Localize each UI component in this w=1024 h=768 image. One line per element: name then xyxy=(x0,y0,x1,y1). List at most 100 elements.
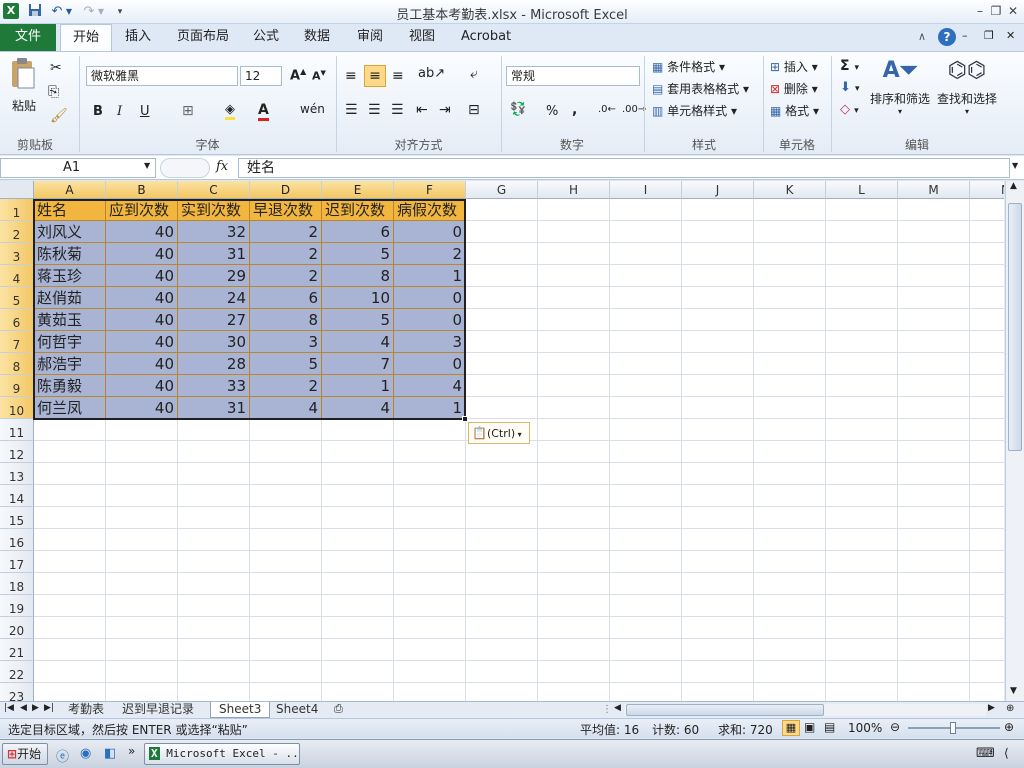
row-header-4[interactable]: 4 xyxy=(0,265,34,287)
empty-cell[interactable] xyxy=(826,661,898,683)
empty-cell[interactable] xyxy=(106,551,178,573)
empty-cell[interactable] xyxy=(322,551,394,573)
last-sheet-icon[interactable]: ▶| xyxy=(44,703,54,713)
scroll-left-icon[interactable]: ◀ xyxy=(614,703,621,713)
empty-cell[interactable] xyxy=(898,463,970,485)
empty-cell[interactable] xyxy=(178,463,250,485)
font-color-icon[interactable]: A xyxy=(258,102,269,121)
empty-cell[interactable] xyxy=(970,265,1004,287)
data-cell[interactable]: 0 xyxy=(394,221,466,243)
empty-cell[interactable] xyxy=(466,375,538,397)
empty-cell[interactable] xyxy=(34,485,106,507)
empty-cell[interactable] xyxy=(394,441,466,463)
empty-cell[interactable] xyxy=(682,375,754,397)
expand-formula-bar-icon[interactable]: ▼ xyxy=(1012,161,1018,170)
column-header-n[interactable]: N xyxy=(970,181,1004,199)
tab-data[interactable]: 数据 xyxy=(292,24,342,51)
empty-cell[interactable] xyxy=(106,683,178,701)
empty-cell[interactable] xyxy=(322,529,394,551)
empty-cell[interactable] xyxy=(682,243,754,265)
data-cell[interactable]: 蒋玉珍 xyxy=(34,265,106,287)
underline-button[interactable]: U xyxy=(140,104,150,119)
collapse-ribbon-icon[interactable]: ∧ xyxy=(918,30,926,43)
tab-page-layout[interactable]: 页面布局 xyxy=(165,24,241,51)
data-cell[interactable]: 5 xyxy=(322,309,394,331)
empty-cell[interactable] xyxy=(970,485,1004,507)
empty-cell[interactable] xyxy=(538,639,610,661)
empty-cell[interactable] xyxy=(826,353,898,375)
empty-cell[interactable] xyxy=(466,199,538,221)
insert-sheet-icon[interactable]: ⎙ xyxy=(334,702,343,716)
horizontal-scrollbar[interactable] xyxy=(624,704,986,716)
empty-cell[interactable] xyxy=(898,441,970,463)
empty-cell[interactable] xyxy=(178,551,250,573)
empty-cell[interactable] xyxy=(754,331,826,353)
align-right-icon[interactable]: ☰ xyxy=(391,102,404,118)
empty-cell[interactable] xyxy=(682,683,754,701)
empty-cell[interactable] xyxy=(682,287,754,309)
empty-cell[interactable] xyxy=(754,419,826,441)
empty-cell[interactable] xyxy=(34,551,106,573)
fill-color-icon[interactable]: ◈ xyxy=(225,102,235,120)
empty-cell[interactable] xyxy=(826,287,898,309)
empty-cell[interactable] xyxy=(538,199,610,221)
empty-cell[interactable] xyxy=(898,331,970,353)
increase-decimal-icon[interactable]: .0← xyxy=(598,104,616,115)
empty-cell[interactable] xyxy=(970,309,1004,331)
data-cell[interactable]: 何兰凤 xyxy=(34,397,106,419)
data-cell[interactable]: 31 xyxy=(178,243,250,265)
empty-cell[interactable] xyxy=(754,617,826,639)
empty-cell[interactable] xyxy=(466,397,538,419)
empty-cell[interactable] xyxy=(178,595,250,617)
row-header-22[interactable]: 22 xyxy=(0,661,34,683)
empty-cell[interactable] xyxy=(34,683,106,701)
merge-center-icon[interactable]: ⊟ xyxy=(468,102,480,118)
row-header-2[interactable]: 2 xyxy=(0,221,34,243)
empty-cell[interactable] xyxy=(466,639,538,661)
data-cell[interactable]: 1 xyxy=(394,265,466,287)
data-cell[interactable]: 4 xyxy=(322,331,394,353)
empty-cell[interactable] xyxy=(466,661,538,683)
data-cell[interactable]: 32 xyxy=(178,221,250,243)
empty-cell[interactable] xyxy=(682,485,754,507)
empty-cell[interactable] xyxy=(610,551,682,573)
empty-cell[interactable] xyxy=(466,309,538,331)
zoom-in-icon[interactable]: ⊕ xyxy=(1004,720,1014,734)
empty-cell[interactable] xyxy=(610,375,682,397)
empty-cell[interactable] xyxy=(466,243,538,265)
empty-cell[interactable] xyxy=(682,397,754,419)
row-header-17[interactable]: 17 xyxy=(0,551,34,573)
align-middle-icon[interactable]: ≡ xyxy=(364,65,386,87)
font-name-select[interactable]: 微软雅黑 xyxy=(86,66,238,86)
empty-cell[interactable] xyxy=(898,485,970,507)
empty-cell[interactable] xyxy=(250,551,322,573)
empty-cell[interactable] xyxy=(106,595,178,617)
data-cell[interactable]: 黄茹玉 xyxy=(34,309,106,331)
empty-cell[interactable] xyxy=(826,595,898,617)
empty-cell[interactable] xyxy=(34,507,106,529)
column-header-j[interactable]: J xyxy=(682,181,754,199)
data-cell[interactable]: 27 xyxy=(178,309,250,331)
empty-cell[interactable] xyxy=(898,243,970,265)
empty-cell[interactable] xyxy=(394,485,466,507)
empty-cell[interactable] xyxy=(394,639,466,661)
empty-cell[interactable] xyxy=(754,199,826,221)
column-header-a[interactable]: A xyxy=(34,181,106,199)
empty-cell[interactable] xyxy=(682,507,754,529)
row-header-21[interactable]: 21 xyxy=(0,639,34,661)
empty-cell[interactable] xyxy=(610,287,682,309)
header-cell[interactable]: 应到次数 xyxy=(106,199,178,221)
empty-cell[interactable] xyxy=(178,639,250,661)
empty-cell[interactable] xyxy=(394,463,466,485)
empty-cell[interactable] xyxy=(322,573,394,595)
empty-cell[interactable] xyxy=(754,243,826,265)
empty-cell[interactable] xyxy=(682,595,754,617)
empty-cell[interactable] xyxy=(394,529,466,551)
empty-cell[interactable] xyxy=(250,507,322,529)
start-button[interactable]: ⊞开始 xyxy=(2,743,48,765)
empty-cell[interactable] xyxy=(898,639,970,661)
empty-cell[interactable] xyxy=(682,199,754,221)
empty-cell[interactable] xyxy=(898,595,970,617)
empty-cell[interactable] xyxy=(34,639,106,661)
empty-cell[interactable] xyxy=(898,617,970,639)
